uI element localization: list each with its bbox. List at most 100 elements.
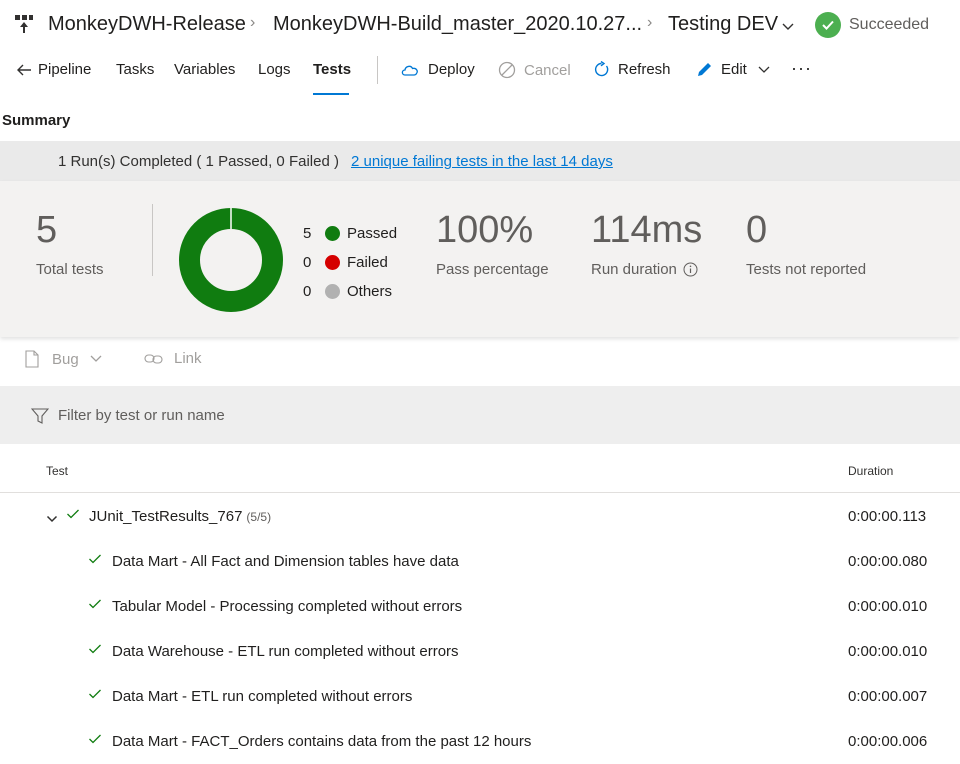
legend-failed-count: 0 [303, 254, 312, 271]
test-name: Data Mart - ETL run completed without er… [112, 688, 413, 705]
refresh-label: Refresh [618, 61, 671, 78]
more-actions-button[interactable]: ··· [791, 58, 812, 79]
table-row[interactable]: Data Mart - ETL run completed without er… [0, 674, 960, 719]
check-icon [88, 732, 102, 751]
cancel-button[interactable]: Cancel [498, 61, 571, 79]
breadcrumb-pipeline[interactable]: MonkeyDWH-Release [48, 13, 246, 36]
filter-bar[interactable]: Filter by test or run name [0, 386, 960, 444]
run-duration-value: 114ms [591, 209, 703, 251]
test-name: Tabular Model - Processing completed wit… [112, 598, 463, 615]
status-badge: Succeeded [815, 11, 929, 39]
legend-failed: 0 Failed [303, 254, 388, 271]
stats-divider [152, 204, 153, 276]
chevron-right-icon: › [250, 14, 256, 31]
total-tests-label: Total tests [36, 261, 104, 278]
passed-dot-icon [325, 226, 340, 241]
document-icon [25, 350, 39, 368]
refresh-icon [594, 61, 609, 77]
others-dot-icon [325, 284, 340, 299]
check-icon [88, 687, 102, 706]
link-button[interactable]: Link [144, 350, 202, 367]
failed-dot-icon [325, 255, 340, 270]
run-duration-label-group: Run duration [591, 261, 698, 278]
legend-passed-label: Passed [347, 225, 398, 242]
deploy-label: Deploy [428, 61, 475, 78]
test-run-group-name: JUnit_TestResults_767 [89, 508, 243, 525]
check-icon [88, 597, 102, 616]
cloud-icon [401, 65, 418, 76]
cancel-icon [498, 61, 516, 79]
column-header-test[interactable]: Test [46, 464, 68, 478]
info-icon[interactable] [683, 262, 698, 277]
test-duration: 0:00:00.010 [848, 643, 928, 660]
test-run-group-duration: 0:00:00.113 [848, 508, 927, 525]
failing-tests-link[interactable]: 2 unique failing tests in the last 14 da… [351, 153, 613, 170]
test-duration: 0:00:00.006 [848, 733, 928, 750]
chevron-down-icon [90, 355, 102, 362]
check-icon [88, 642, 102, 661]
test-run-group-name-wrap: JUnit_TestResults_767 (5/5) [89, 508, 271, 525]
table-row[interactable]: Tabular Model - Processing completed wit… [0, 584, 960, 629]
breadcrumb-stage[interactable]: Testing DEV [668, 13, 778, 36]
filter-input[interactable]: Filter by test or run name [58, 407, 225, 424]
check-circle-icon [815, 12, 841, 38]
table-row[interactable]: Data Warehouse - ETL run completed witho… [0, 629, 960, 674]
release-pipeline-icon [14, 14, 34, 39]
result-actions: Bug Link [0, 340, 960, 380]
column-header-duration[interactable]: Duration [848, 464, 893, 478]
run-summary-bar: 1 Run(s) Completed ( 1 Passed, 0 Failed … [0, 141, 960, 181]
tab-variables[interactable]: Variables [174, 61, 235, 78]
table-row[interactable]: Data Mart - All Fact and Dimension table… [0, 539, 960, 584]
test-duration: 0:00:00.080 [848, 553, 928, 570]
test-name: Data Warehouse - ETL run completed witho… [112, 643, 459, 660]
active-tab-indicator [313, 93, 349, 95]
total-tests-value: 5 [36, 209, 58, 251]
test-name: Data Mart - All Fact and Dimension table… [112, 553, 459, 570]
not-reported-label: Tests not reported [746, 261, 867, 278]
bug-label: Bug [52, 350, 79, 368]
table-header-divider [0, 492, 960, 493]
test-stats-panel: 5 Total tests 5 Passed 0 Failed 0 Others… [0, 181, 960, 337]
link-label: Link [174, 350, 202, 367]
run-duration-label: Run duration [591, 261, 677, 278]
legend-passed-count: 5 [303, 225, 312, 242]
breadcrumb: MonkeyDWH-Release › MonkeyDWH-Build_mast… [0, 0, 960, 50]
test-run-group-row[interactable]: JUnit_TestResults_767 (5/5) 0:00:00.113 [0, 494, 960, 539]
run-summary-text: 1 Run(s) Completed ( 1 Passed, 0 Failed … [58, 153, 339, 170]
chevron-down-icon[interactable] [781, 19, 795, 37]
chevron-right-icon: › [647, 14, 653, 31]
table-row[interactable]: Data Mart - FACT_Orders contains data fr… [0, 719, 960, 764]
back-arrow-icon [17, 64, 31, 75]
toolbar: Pipeline Tasks Variables Logs Tests [0, 52, 960, 96]
test-run-group-count: (5/5) [246, 510, 272, 524]
edit-button[interactable]: Edit [696, 61, 771, 78]
check-icon [88, 552, 102, 571]
legend-failed-label: Failed [347, 254, 388, 271]
chevron-down-icon[interactable] [46, 511, 58, 529]
check-icon [66, 507, 80, 526]
tab-pipeline[interactable]: Pipeline [16, 61, 91, 78]
tab-tests[interactable]: Tests [313, 61, 351, 78]
refresh-button[interactable]: Refresh [593, 61, 671, 78]
legend-others: 0 Others [303, 283, 392, 300]
not-reported-value: 0 [746, 209, 768, 251]
legend-others-count: 0 [303, 283, 312, 300]
tab-tasks[interactable]: Tasks [116, 61, 154, 78]
pass-percentage-label: Pass percentage [436, 261, 549, 278]
edit-label: Edit [721, 61, 747, 78]
breadcrumb-release[interactable]: MonkeyDWH-Build_master_2020.10.27... [273, 13, 642, 36]
test-duration: 0:00:00.010 [848, 598, 928, 615]
legend-passed: 5 Passed [303, 225, 397, 242]
tab-logs[interactable]: Logs [258, 61, 291, 78]
cancel-label: Cancel [524, 61, 571, 79]
pencil-icon [698, 63, 711, 76]
tab-pipeline-label: Pipeline [38, 61, 92, 78]
toolbar-divider [377, 56, 378, 84]
legend-others-label: Others [347, 283, 393, 300]
pass-donut-chart [179, 208, 283, 317]
bug-button[interactable]: Bug [24, 350, 103, 368]
pass-percentage-value: 100% [436, 209, 534, 251]
test-name: Data Mart - FACT_Orders contains data fr… [112, 733, 532, 750]
deploy-button[interactable]: Deploy [400, 61, 475, 78]
filter-icon [30, 407, 50, 430]
